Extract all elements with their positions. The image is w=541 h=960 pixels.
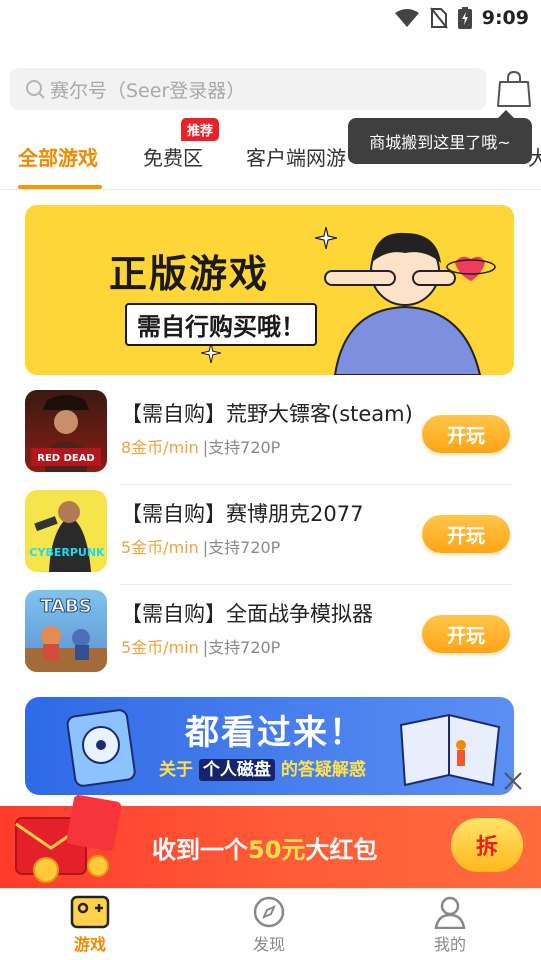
divider bbox=[120, 484, 512, 485]
nav-games[interactable]: 游戏 bbox=[50, 895, 130, 957]
nav-label: 我的 bbox=[433, 935, 466, 954]
search-input[interactable]: 赛尔号（Seer登录器） bbox=[10, 68, 486, 110]
wifi-icon bbox=[394, 9, 419, 27]
game-meta: 8金币/min |支持720P bbox=[121, 434, 280, 458]
sparkle-icon bbox=[201, 343, 221, 363]
game-price: 5金币/min bbox=[121, 638, 199, 657]
svg-text:CYBERPUNK: CYBERPUNK bbox=[29, 546, 105, 559]
game-title: 【需自购】全面战争模拟器 bbox=[121, 602, 373, 626]
gamepad-icon bbox=[70, 895, 110, 929]
game-resolution: |支持720P bbox=[202, 438, 281, 457]
disk-sub-prefix: 关于 bbox=[159, 760, 193, 780]
status-time: 9:09 bbox=[481, 7, 529, 29]
status-bar: 9:09 bbox=[0, 0, 541, 36]
tab-client-online-games[interactable]: 客户端网游 bbox=[246, 142, 346, 171]
play-button[interactable]: 开玩 bbox=[422, 415, 510, 453]
profile-icon bbox=[434, 896, 466, 929]
nav-label: 游戏 bbox=[73, 935, 106, 954]
close-icon[interactable] bbox=[500, 768, 526, 794]
svg-text:RED DEAD: RED DEAD bbox=[37, 453, 95, 464]
game-meta: 5金币/min |支持720P bbox=[121, 634, 280, 658]
game-list-item[interactable]: CYBERPUNK 【需自购】赛博朋克2077 5金币/min |支持720P 开… bbox=[25, 490, 517, 586]
no-sim-icon bbox=[429, 7, 448, 29]
game-resolution: |支持720P bbox=[202, 538, 281, 557]
nav-label: 发现 bbox=[252, 935, 285, 954]
game-list-item[interactable]: TABS 【需自购】全面战争模拟器 5金币/min |支持720P 开玩 bbox=[25, 590, 517, 686]
tooltip-text: 商城搬到这里了哦~ bbox=[369, 133, 511, 152]
search-placeholder: 赛尔号（Seer登录器） bbox=[50, 79, 246, 102]
game-price: 8金币/min bbox=[121, 438, 199, 457]
divider bbox=[120, 584, 512, 585]
red-dead-redemption-2-icon: RED DEAD bbox=[25, 390, 107, 472]
game-cover-art: CYBERPUNK bbox=[29, 501, 105, 572]
red-packet-prefix: 收到一个 bbox=[152, 836, 248, 864]
red-packet-suffix: 大红包 bbox=[305, 836, 378, 864]
bottom-nav: 游戏 发现 我的 bbox=[0, 888, 541, 960]
cyberpunk-2077-icon: CYBERPUNK bbox=[25, 490, 107, 572]
game-cover-art: RED DEAD bbox=[31, 395, 101, 472]
disk-sub-highlight: 个人磁盘 bbox=[198, 759, 275, 781]
red-envelope-icon bbox=[15, 795, 122, 883]
disk-banner-title: 都看过来！ bbox=[185, 713, 365, 753]
game-cover-art: TABS bbox=[25, 596, 107, 672]
game-title: 【需自购】荒野大镖客(steam) bbox=[121, 402, 413, 426]
battery-charging-icon bbox=[457, 7, 472, 29]
nav-discover[interactable]: 发现 bbox=[229, 895, 309, 957]
disk-banner-subtitle: 关于 个人磁盘 的答疑解惑 bbox=[159, 755, 366, 781]
recommend-badge: 推荐 bbox=[181, 118, 220, 141]
tabs-icon: TABS bbox=[25, 590, 107, 672]
banner-subtitle: 需自行购买哦！ bbox=[125, 303, 317, 346]
game-price: 5金币/min bbox=[121, 538, 199, 557]
search-row: 赛尔号（Seer登录器） bbox=[10, 68, 531, 112]
cartoon-man-illustration bbox=[324, 232, 496, 375]
nav-profile[interactable]: 我的 bbox=[410, 895, 490, 957]
game-list-item[interactable]: RED DEAD 【需自购】荒野大镖客(steam) 8金币/min |支持720… bbox=[25, 390, 517, 486]
open-red-packet-button[interactable]: 拆 bbox=[451, 818, 523, 872]
game-title: 【需自购】赛博朋克2077 bbox=[121, 502, 364, 526]
game-meta: 5金币/min |支持720P bbox=[121, 534, 280, 558]
search-icon bbox=[26, 80, 45, 99]
store-moved-tooltip: 商城搬到这里了哦~ bbox=[348, 110, 532, 164]
hard-disk-illustration bbox=[66, 709, 136, 787]
play-button[interactable]: 开玩 bbox=[422, 615, 510, 653]
game-resolution: |支持720P bbox=[202, 638, 281, 657]
red-packet-bar[interactable]: 收到一个50元大红包 拆 bbox=[0, 795, 541, 888]
play-button[interactable]: 开玩 bbox=[422, 515, 510, 553]
svg-text:TABS: TABS bbox=[40, 596, 92, 617]
official-games-banner[interactable]: 正版游戏 需自行购买哦！ bbox=[25, 205, 514, 375]
status-icons: 9:09 bbox=[394, 6, 529, 30]
disk-sub-suffix: 的答疑解惑 bbox=[280, 760, 366, 780]
shopping-bag-icon[interactable] bbox=[497, 70, 531, 108]
tab-free-zone[interactable]: 免费区 bbox=[143, 142, 203, 171]
red-packet-amount: 50元 bbox=[248, 836, 306, 864]
red-packet-message: 收到一个50元大红包 bbox=[152, 830, 377, 865]
tab-all-games[interactable]: 全部游戏 bbox=[18, 142, 98, 171]
compass-icon bbox=[253, 896, 285, 928]
banner-title: 正版游戏 bbox=[109, 252, 270, 296]
book-illustration bbox=[399, 713, 501, 787]
tab-active-indicator bbox=[18, 185, 102, 189]
